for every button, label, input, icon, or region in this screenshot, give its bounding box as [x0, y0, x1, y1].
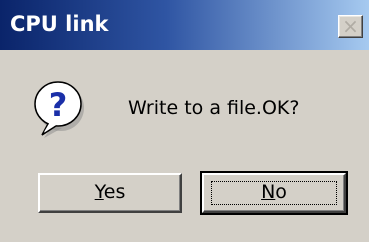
no-button[interactable]: No	[200, 171, 348, 215]
no-button-label: No	[261, 181, 287, 203]
question-icon: ?	[34, 81, 84, 138]
yes-button[interactable]: Yes	[38, 173, 182, 213]
cpu-link-dialog: CPU link × ? Write to a file.OK? Yes No	[0, 0, 369, 242]
yes-mnemonic: Y	[94, 181, 104, 203]
close-button[interactable]: ×	[338, 15, 363, 38]
window-title: CPU link	[10, 12, 109, 36]
yes-label-rest: es	[103, 181, 126, 203]
no-label-rest: o	[275, 181, 287, 203]
svg-text:?: ?	[49, 86, 68, 124]
no-mnemonic: N	[261, 181, 276, 203]
dialog-message: Write to a file.OK?	[128, 97, 300, 119]
title-bar[interactable]: CPU link ×	[0, 0, 369, 50]
close-icon: ×	[342, 14, 359, 38]
yes-button-label: Yes	[95, 181, 126, 203]
